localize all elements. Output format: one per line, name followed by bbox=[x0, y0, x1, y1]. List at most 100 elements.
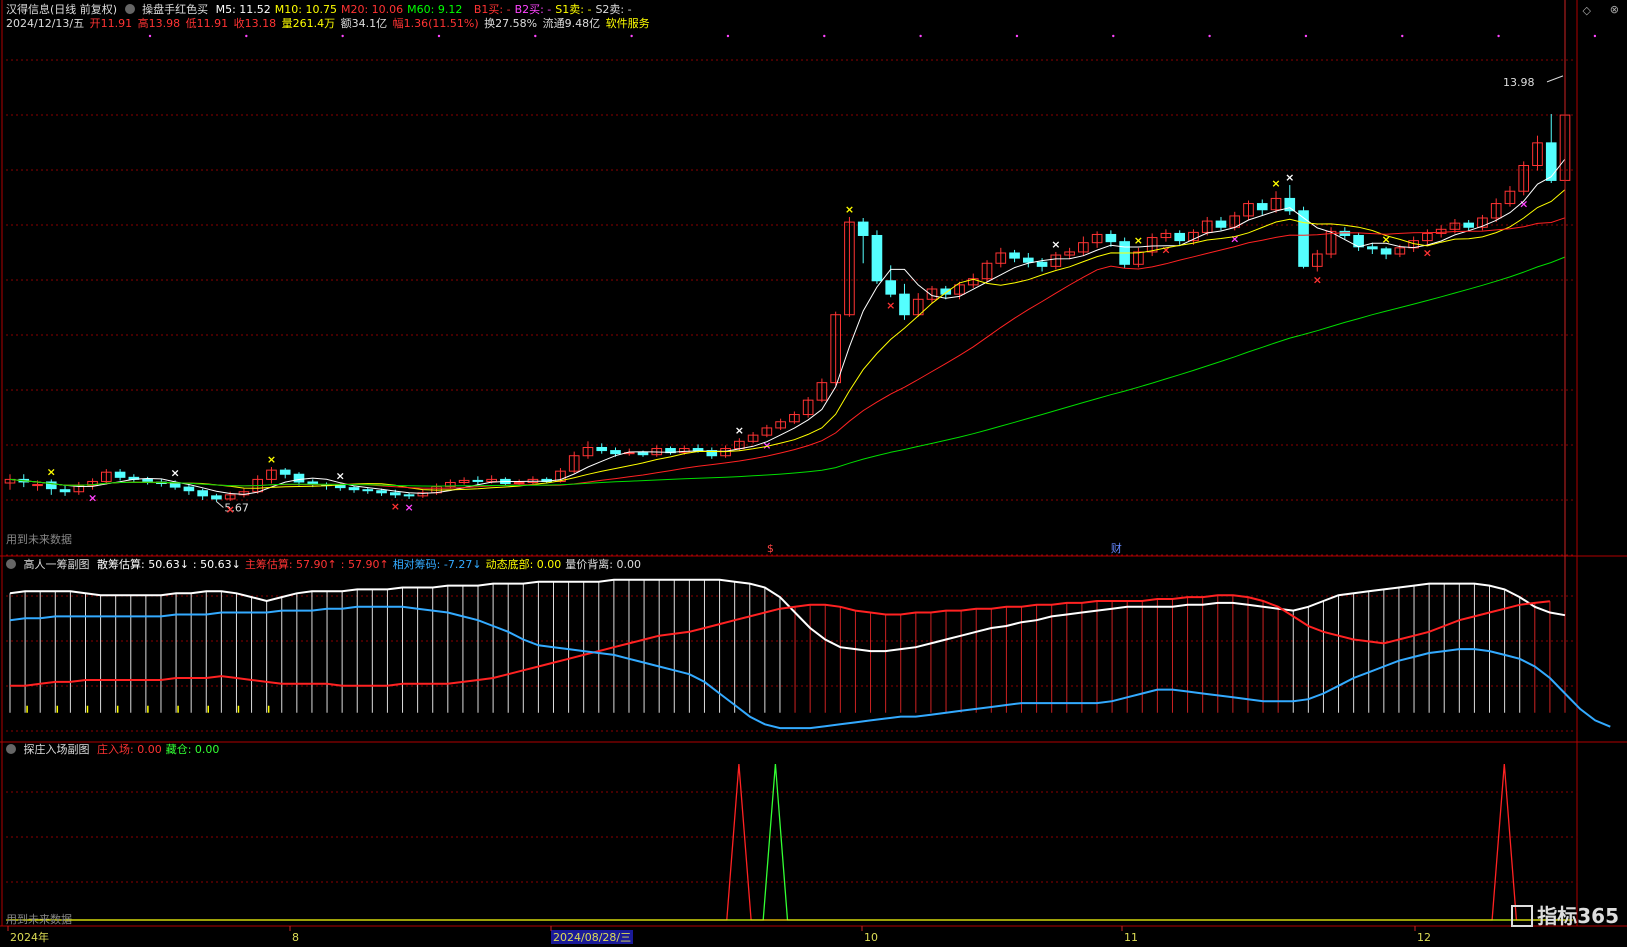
signal-mark: × bbox=[336, 470, 345, 483]
candle-body bbox=[1256, 203, 1268, 211]
signal-mark: × bbox=[1051, 238, 1060, 251]
signal-mark: × bbox=[1134, 234, 1143, 247]
candle-body bbox=[899, 293, 910, 316]
indicator-name[interactable]: 操盘手红色买 bbox=[142, 3, 208, 16]
ma-item-0: M5: 11.52 bbox=[215, 3, 271, 16]
sub1-dropdown-icon[interactable] bbox=[6, 559, 16, 569]
signal-mark: × bbox=[267, 453, 276, 466]
x-axis-label: 12 bbox=[1417, 931, 1431, 944]
stock-title[interactable]: 汉得信息(日线 前复权) bbox=[6, 3, 117, 16]
signal-mark: × bbox=[404, 501, 413, 514]
candle-body bbox=[183, 486, 195, 492]
candle-body bbox=[871, 234, 883, 282]
candle-body bbox=[348, 487, 360, 491]
signal-mark: × bbox=[171, 466, 180, 479]
candle-body bbox=[142, 478, 153, 483]
candle-body bbox=[596, 446, 608, 452]
x-axis-label: 10 bbox=[864, 931, 878, 944]
signal-mark: × bbox=[1313, 274, 1322, 287]
candle-body bbox=[197, 490, 208, 497]
sub1-item-0: 散筹估算: 50.63↓ bbox=[97, 558, 189, 571]
sub2-dropdown-icon[interactable] bbox=[6, 744, 16, 754]
candle-body bbox=[1036, 261, 1048, 267]
close-icon[interactable]: ⊗ bbox=[1610, 3, 1619, 16]
x-axis-label: 8 bbox=[292, 931, 299, 944]
x-axis-label: 2024/08/28/三 bbox=[553, 931, 631, 944]
signal-mark: × bbox=[1230, 232, 1239, 245]
signal-mark: × bbox=[1271, 177, 1280, 190]
sub1-item-5: 动态底部: 0.00 bbox=[485, 558, 562, 571]
signal-mark: × bbox=[88, 492, 97, 505]
sub2-line-1 bbox=[10, 763, 1565, 921]
brand-logo-icon bbox=[1511, 904, 1534, 927]
signal-mark: × bbox=[391, 500, 400, 513]
ma-lines bbox=[9, 158, 1566, 495]
dropdown-icon[interactable] bbox=[124, 4, 135, 14]
brand-text: 指标365 bbox=[1537, 904, 1619, 928]
candle-body bbox=[1174, 232, 1186, 242]
stock-chart[interactable]: 13.985.67××××××× ×××××× ×××× ×××××$ 财 2024年 8… bbox=[0, 0, 1627, 947]
ma-item-1: M10: 10.75 bbox=[274, 3, 337, 16]
candle-body bbox=[1463, 222, 1474, 228]
info-sector[interactable]: 软件服务 bbox=[606, 17, 650, 30]
x-axis-label: 2024年 bbox=[10, 930, 49, 944]
signal-dot bbox=[341, 34, 344, 38]
candle-body bbox=[293, 473, 305, 483]
main-header: 汉得信息(日线 前复权) 操盘手红色买 M5: 11.52 M10: 10.75 M… bbox=[6, 3, 640, 17]
info-high: 高13.98 bbox=[137, 17, 181, 30]
sub2-header: 探庄入场副图 庄入场: 0.00 藏仓: 0.00 bbox=[6, 743, 227, 757]
sub2-title[interactable]: 探庄入场副图 bbox=[24, 743, 90, 756]
info-turnover: 换27.58% bbox=[484, 17, 538, 30]
signal-mark: × bbox=[226, 503, 235, 516]
candle-body bbox=[1023, 257, 1034, 263]
signal-dot bbox=[1015, 34, 1019, 38]
signal-dot bbox=[148, 34, 152, 38]
sub1-item-4: 相对筹码: -7.27↓ bbox=[392, 558, 482, 571]
signal-dot bbox=[245, 34, 248, 38]
candle-body bbox=[1105, 233, 1117, 243]
sub1-item-6: 量价背离: 0.00 bbox=[565, 558, 641, 571]
signal-item-3: S2卖: - bbox=[595, 3, 632, 16]
signal-dot bbox=[1497, 34, 1500, 38]
diamond-icon[interactable]: ◇ bbox=[1583, 4, 1591, 17]
signal-dot bbox=[1401, 34, 1404, 38]
candle-body bbox=[334, 485, 346, 489]
signal-item-2: S1卖: - bbox=[555, 3, 592, 16]
candle-body bbox=[472, 479, 484, 482]
signal-mark: × bbox=[845, 203, 854, 216]
candle-body bbox=[610, 450, 621, 455]
signal-dot bbox=[1304, 34, 1308, 38]
max-price-label: 13.98 bbox=[1503, 76, 1535, 89]
candle-body bbox=[403, 494, 415, 497]
candle-body bbox=[114, 471, 126, 478]
signal-mark: × bbox=[886, 299, 895, 312]
sub1-layer bbox=[9, 0, 1611, 730]
candle-body bbox=[1339, 230, 1351, 236]
sub1-values: 散筹估算: 50.63↓: 50.63↓ 主筹估算: 57.90↑: 57.90↑… bbox=[97, 558, 645, 571]
sub1-title[interactable]: 高人一筹副图 bbox=[24, 558, 90, 571]
future-data-watermark-2: 用到未来数据 bbox=[6, 913, 72, 926]
candle-body bbox=[389, 492, 401, 496]
signal-values: B1买: - B2买: - S1卖: - S2卖: - bbox=[474, 3, 636, 16]
signal-item-0: B1买: - bbox=[473, 3, 511, 16]
brand-logo: 指标365 bbox=[1511, 900, 1619, 929]
sub1-item-1: : 50.63↓ bbox=[192, 558, 241, 571]
sub1-header: 高人一筹副图 散筹估算: 50.63↓: 50.63↓ 主筹估算: 57.90↑:… bbox=[6, 558, 649, 572]
event-marker: $ bbox=[767, 542, 774, 555]
ma-item-2: M20: 10.06 bbox=[340, 3, 404, 16]
ma-item-3: M60: 9.12 bbox=[407, 3, 463, 16]
sub2-item-1: 藏仓: 0.00 bbox=[165, 743, 220, 756]
sub2-values: 庄入场: 0.00 藏仓: 0.00 bbox=[97, 743, 223, 756]
candle-body bbox=[885, 280, 897, 295]
sub1-item-3: : 57.90↑ bbox=[340, 558, 389, 571]
sub1-item-2: 主筹估算: 57.90↑ bbox=[244, 558, 337, 571]
candles-layer: 13.985.67××××××× ×××××× ×××× ×××××$ 财 bbox=[4, 34, 1597, 555]
max-price-arrow bbox=[1546, 75, 1564, 83]
signal-dot bbox=[1208, 34, 1211, 38]
candle-body bbox=[279, 469, 291, 475]
signal-mark: × bbox=[735, 424, 744, 437]
signal-dot bbox=[534, 34, 537, 38]
signal-dot bbox=[919, 34, 922, 38]
candle-body bbox=[1367, 246, 1378, 250]
signal-dot bbox=[726, 34, 730, 38]
